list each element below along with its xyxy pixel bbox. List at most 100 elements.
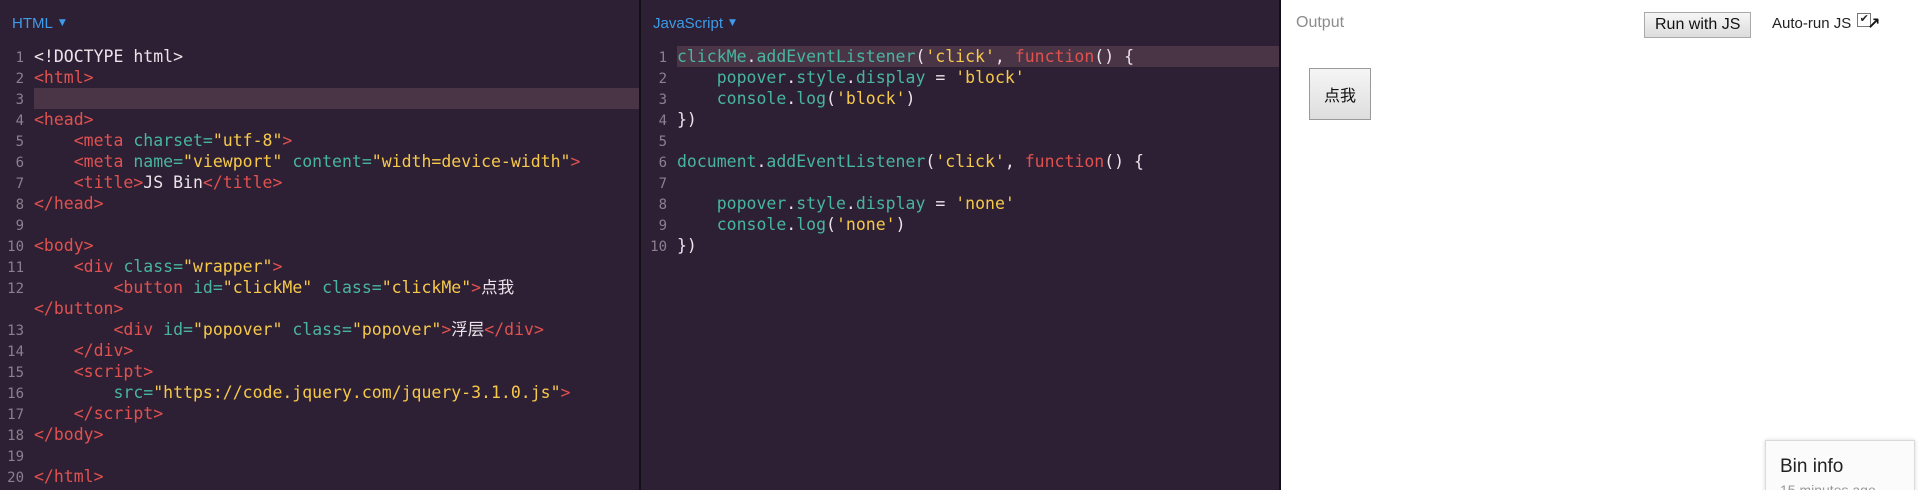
js-code-line[interactable]: 5 bbox=[641, 130, 1279, 151]
js-panel-title[interactable]: JavaScript bbox=[653, 15, 723, 32]
code-text: <div id="popover" class="popover">浮层</di… bbox=[113, 320, 544, 339]
line-number: 14 bbox=[7, 344, 24, 360]
js-code-line[interactable]: 7 bbox=[641, 172, 1279, 193]
html-code-line[interactable]: 12 <button id="clickMe" class="clickMe">… bbox=[0, 277, 639, 298]
html-code-line[interactable]: 18 </body> bbox=[0, 424, 639, 445]
code-text: </body> bbox=[34, 425, 104, 444]
code-text: console.log('none') bbox=[716, 215, 906, 234]
code-text: </button> bbox=[34, 299, 124, 318]
code-text: <!DOCTYPE html> bbox=[34, 47, 184, 66]
code-text: </div> bbox=[73, 341, 134, 360]
html-code-line[interactable]: 15 <script> bbox=[0, 361, 639, 382]
line-number: 5 bbox=[15, 134, 24, 150]
code-text: }) bbox=[677, 236, 697, 255]
html-code-line[interactable]: 6 <meta name="viewport" content="width=d… bbox=[0, 151, 639, 172]
html-code-line[interactable]: 20 </html> bbox=[0, 466, 639, 487]
line-number: 7 bbox=[658, 176, 667, 192]
html-editor-panel[interactable]: HTML ▼ 1 <!DOCTYPE html> 2 <html> 3 4 <head> 5 … bbox=[0, 0, 641, 490]
html-code-line[interactable]: 9 bbox=[0, 214, 639, 235]
html-code-line[interactable]: 10 <body> bbox=[0, 235, 639, 256]
line-number: 6 bbox=[658, 155, 667, 171]
html-code-line[interactable]: 4 <head> bbox=[0, 109, 639, 130]
line-number: 3 bbox=[15, 92, 24, 108]
code-text: console.log('block') bbox=[716, 89, 916, 108]
code-text: document.addEventListener('click', funct… bbox=[677, 152, 1144, 171]
html-panel-title[interactable]: HTML bbox=[12, 15, 53, 32]
chevron-down-icon[interactable]: ▼ bbox=[59, 18, 66, 28]
html-code-line[interactable]: 14 </div> bbox=[0, 340, 639, 361]
line-number: 8 bbox=[658, 197, 667, 213]
code-text: <title>JS Bin</title> bbox=[73, 173, 283, 192]
line-number: 1 bbox=[658, 50, 667, 66]
code-text: clickMe.addEventListener('click', functi… bbox=[677, 47, 1135, 66]
html-code-line[interactable]: 2 <html> bbox=[0, 67, 639, 88]
jsbin-app: HTML ▼ 1 <!DOCTYPE html> 2 <html> 3 4 <head> 5 … bbox=[0, 0, 1920, 490]
line-number: 9 bbox=[15, 218, 24, 234]
code-text: <html> bbox=[34, 68, 94, 87]
output-title: Output bbox=[1296, 14, 1345, 31]
html-code-line[interactable]: 1 <!DOCTYPE html> bbox=[0, 46, 639, 67]
code-text: popover.style.display = 'none' bbox=[716, 194, 1015, 213]
html-code-line[interactable]: 7 <title>JS Bin</title> bbox=[0, 172, 639, 193]
line-number: 5 bbox=[658, 134, 667, 150]
bin-info-title: Bin info bbox=[1780, 456, 1844, 477]
code-text: <body> bbox=[34, 236, 94, 255]
line-number: 8 bbox=[15, 197, 24, 213]
code-text: src="https://code.jquery.com/jquery-3.1.… bbox=[113, 383, 571, 402]
line-number: 18 bbox=[7, 428, 24, 444]
output-header: Output Run with JS Auto-run JS ✔ ↗ bbox=[1281, 0, 1920, 46]
autorun-toggle[interactable]: Auto-run JS ✔ bbox=[1772, 12, 1872, 32]
code-text: </html> bbox=[34, 467, 104, 486]
js-code-line[interactable]: 1 clickMe.addEventListener('click', funct… bbox=[641, 46, 1279, 67]
code-text: </script> bbox=[73, 404, 164, 423]
html-code-line[interactable]: 5 <meta charset="utf-8"> bbox=[0, 130, 639, 151]
run-with-js-button[interactable]: Run with JS bbox=[1644, 12, 1752, 38]
js-code-area[interactable]: 1 clickMe.addEventListener('click', funct… bbox=[641, 46, 1279, 256]
expand-icon[interactable]: ↗ bbox=[1867, 14, 1880, 33]
js-code-line[interactable]: 9 console.log('none') bbox=[641, 214, 1279, 235]
html-code-line[interactable]: 16 src="https://code.jquery.com/jquery-3… bbox=[0, 382, 639, 403]
line-number: 4 bbox=[658, 113, 667, 129]
line-number: 10 bbox=[650, 239, 667, 255]
html-code-line[interactable]: 17 </script> bbox=[0, 403, 639, 424]
code-text: }) bbox=[677, 110, 697, 129]
line-number: 2 bbox=[15, 71, 24, 87]
code-text: <div class="wrapper"> bbox=[73, 257, 283, 276]
line-number: 17 bbox=[7, 407, 24, 423]
code-text: <button id="clickMe" class="clickMe">点我 bbox=[113, 278, 515, 297]
line-number: 2 bbox=[658, 71, 667, 87]
js-editor-panel[interactable]: JavaScript ▼ 1 clickMe.addEventListener('… bbox=[641, 0, 1281, 490]
line-number: 3 bbox=[658, 92, 667, 108]
code-text: popover.style.display = 'block' bbox=[716, 68, 1025, 87]
chevron-down-icon[interactable]: ▼ bbox=[729, 18, 736, 28]
line-number: 12 bbox=[7, 281, 24, 297]
js-code-line[interactable]: 2 popover.style.display = 'block' bbox=[641, 67, 1279, 88]
code-text: <script> bbox=[73, 362, 154, 381]
click-me-button[interactable]: 点我 bbox=[1309, 68, 1371, 120]
line-number: 7 bbox=[15, 176, 24, 192]
line-number: 16 bbox=[7, 386, 24, 402]
autorun-label: Auto-run JS bbox=[1772, 15, 1852, 32]
html-code-line[interactable]: </button> bbox=[0, 298, 639, 319]
html-code-line[interactable]: 11 <div class="wrapper"> bbox=[0, 256, 639, 277]
js-code-line[interactable]: 4}) bbox=[641, 109, 1279, 130]
js-code-line[interactable]: 8 popover.style.display = 'none' bbox=[641, 193, 1279, 214]
output-panel: Output Run with JS Auto-run JS ✔ ↗ 点我 Bi… bbox=[1281, 0, 1920, 490]
js-panel-header: JavaScript ▼ bbox=[641, 0, 1279, 46]
html-code-line[interactable]: 19 bbox=[0, 445, 639, 466]
line-number: 11 bbox=[7, 260, 24, 276]
html-code-line[interactable]: 3 bbox=[0, 88, 639, 109]
js-code-line[interactable]: 10}) bbox=[641, 235, 1279, 256]
code-text: <meta name="viewport" content="width=dev… bbox=[73, 152, 581, 171]
html-code-line[interactable]: 13 <div id="popover" class="popover">浮层<… bbox=[0, 319, 639, 340]
line-number: 20 bbox=[7, 470, 24, 486]
js-code-line[interactable]: 6 document.addEventListener('click', func… bbox=[641, 151, 1279, 172]
html-code-line[interactable]: 8 </head> bbox=[0, 193, 639, 214]
line-number: 15 bbox=[7, 365, 24, 381]
js-code-line[interactable]: 3 console.log('block') bbox=[641, 88, 1279, 109]
line-number: 4 bbox=[15, 113, 24, 129]
bin-info-panel[interactable]: Bin info 15 minutes ago bbox=[1765, 440, 1915, 490]
code-text: </head> bbox=[34, 194, 104, 213]
html-code-area[interactable]: 1 <!DOCTYPE html> 2 <html> 3 4 <head> 5 <meta c… bbox=[0, 46, 639, 487]
line-number: 6 bbox=[15, 155, 24, 171]
